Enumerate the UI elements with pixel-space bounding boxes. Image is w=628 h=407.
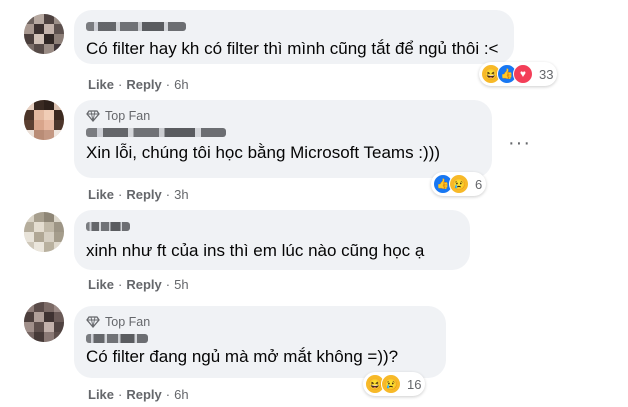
timestamp[interactable]: 5h [174, 277, 188, 292]
comment-bubble: Top Fan Có filter đang ngủ mà mở mắt khô… [74, 306, 446, 378]
reactions-summary[interactable]: 😆 👍 ♥ 33 [479, 62, 558, 86]
commenter-name-redacted[interactable] [86, 330, 434, 346]
timestamp[interactable]: 6h [174, 387, 188, 402]
like-link[interactable]: Like [88, 77, 114, 92]
comment-bubble: Top Fan Xin lỗi, chúng tôi học bằng Micr… [74, 100, 492, 178]
diamond-icon [86, 316, 100, 328]
timestamp[interactable]: 6h [174, 77, 188, 92]
comment-actions: Like · Reply · 5h [88, 277, 189, 292]
love-reaction-icon: ♥ [513, 64, 533, 84]
top-fan-badge: Top Fan [86, 314, 434, 330]
reactions-summary[interactable]: 👍 😢 6 [431, 172, 487, 196]
comment-actions: Like · Reply · 6h [88, 387, 189, 402]
reaction-count: 6 [475, 176, 483, 192]
comment-text: Xin lỗi, chúng tôi học bằng Microsoft Te… [86, 143, 441, 162]
comment-actions: Like · Reply · 6h [88, 77, 189, 92]
top-fan-label: Top Fan [105, 315, 151, 329]
reaction-count: 33 [539, 66, 554, 82]
avatar[interactable] [24, 100, 64, 140]
top-fan-badge: Top Fan [86, 108, 480, 124]
more-options-icon[interactable]: ··· [508, 132, 531, 155]
sad-reaction-icon: 😢 [381, 374, 401, 394]
comment-bubble: xinh như ft của ins thì em lúc nào cũng … [74, 210, 470, 270]
avatar[interactable] [24, 302, 64, 342]
like-link[interactable]: Like [88, 387, 114, 402]
like-link[interactable]: Like [88, 277, 114, 292]
avatar[interactable] [24, 14, 64, 54]
commenter-name-redacted[interactable] [86, 18, 502, 34]
comment-text: Có filter hay kh có filter thì mình cũng… [86, 39, 499, 58]
avatar[interactable] [24, 212, 64, 252]
comment-bubble: Có filter hay kh có filter thì mình cũng… [74, 10, 514, 64]
commenter-name-redacted[interactable] [86, 124, 480, 140]
comment-text: xinh như ft của ins thì em lúc nào cũng … [86, 241, 425, 260]
top-fan-label: Top Fan [105, 109, 151, 123]
reactions-summary[interactable]: 😆 😢 16 [363, 372, 426, 396]
reaction-count: 16 [407, 376, 422, 392]
commenter-name-redacted[interactable] [86, 218, 458, 234]
comment-text: Có filter đang ngủ mà mở mắt không =))? [86, 347, 399, 366]
reply-link[interactable]: Reply [126, 387, 161, 402]
reply-link[interactable]: Reply [126, 187, 161, 202]
diamond-icon [86, 110, 100, 122]
sad-reaction-icon: 😢 [449, 174, 469, 194]
reply-link[interactable]: Reply [126, 77, 161, 92]
comment-actions: Like · Reply · 3h [88, 187, 189, 202]
reply-link[interactable]: Reply [126, 277, 161, 292]
timestamp[interactable]: 3h [174, 187, 188, 202]
like-link[interactable]: Like [88, 187, 114, 202]
